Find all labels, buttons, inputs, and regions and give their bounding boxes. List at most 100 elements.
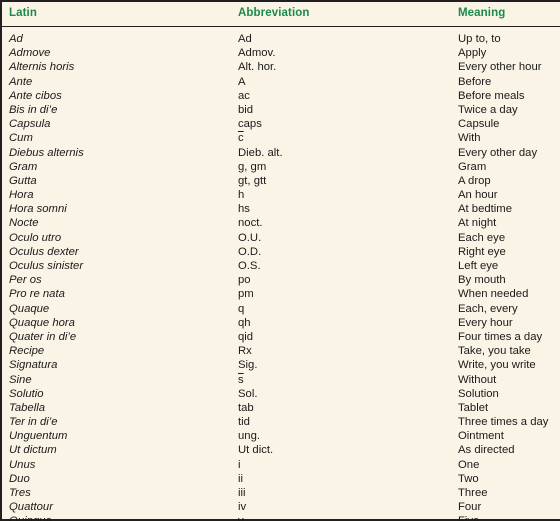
cell-abbreviation: ac: [238, 89, 250, 102]
cell-meaning: At night: [458, 217, 497, 230]
table-row: Gutta gt, gtt A drop: [0, 174, 560, 188]
cell-abbreviation: i: [238, 458, 241, 471]
cell-abbreviation: ung.: [238, 430, 260, 443]
cell-abbreviation: pm: [238, 288, 254, 301]
cell-latin: Tres: [9, 487, 31, 499]
cell-meaning: Before meals: [458, 89, 525, 102]
cell-meaning: Up to, to: [458, 33, 501, 45]
cell-abbreviation: iv: [238, 501, 247, 514]
cell-meaning: Capsule: [458, 118, 500, 131]
cell-abbreviation: O.D.: [238, 245, 262, 258]
table-row: Alternis horis Alt. hor. Every other hour: [0, 60, 560, 74]
cell-meaning: Before: [458, 75, 492, 88]
table-row: Admove Admov. Apply: [0, 46, 560, 60]
cell-abbreviation: bid: [238, 103, 254, 116]
table-row: Unguentum ung. Ointment: [0, 429, 560, 443]
table-row: Capsula caps Capsule: [0, 117, 560, 131]
table-row: Oculus sinister O.S. Left eye: [0, 259, 560, 273]
table-row: Nocte noct. At night: [0, 216, 560, 230]
cell-meaning: Every hour: [458, 316, 513, 329]
overline-mark: s: [238, 373, 244, 386]
table-row: Quaque hora qh Every hour: [0, 316, 560, 330]
cell-latin: Quaque: [9, 302, 50, 315]
cell-abbreviation: Alt. hor.: [238, 61, 277, 74]
cell-abbreviation: gt, gtt: [238, 174, 267, 187]
cell-latin: Oculus sinister: [9, 260, 84, 272]
cell-abbreviation: Sol.: [238, 387, 258, 400]
table-row: Tres iii Three: [0, 486, 560, 500]
cell-latin: Per os: [9, 274, 42, 287]
table-row: Ut dictum Ut dict. As directed: [0, 443, 560, 457]
table-row: Quinque v Five: [0, 514, 560, 521]
cell-latin: Pro re nata: [9, 288, 65, 301]
column-header-meaning: Meaning: [458, 7, 506, 19]
cell-meaning: Three times a day: [458, 416, 549, 429]
cell-abbreviation: tid: [238, 416, 250, 429]
table-row: Duo ii Two: [0, 472, 560, 486]
cell-abbreviation: A: [238, 75, 246, 88]
cell-meaning: Three: [458, 487, 488, 499]
table-row: Quaque q Each, every: [0, 302, 560, 316]
cell-abbreviation: hs: [238, 203, 250, 216]
cell-meaning: By mouth: [458, 274, 506, 287]
cell-latin: Tabella: [9, 401, 46, 414]
cell-meaning: Four times a day: [458, 330, 543, 343]
table-row: Gram g, gm Gram: [0, 160, 560, 174]
cell-abbreviation: v: [238, 514, 244, 521]
table-body: Ad Ad Up to, to Admove Admov. Apply Alternis h…: [0, 32, 560, 521]
cell-latin: Ad: [9, 33, 23, 45]
cell-latin: Ter in di’e: [9, 416, 58, 429]
table-row: Diebus alternis Dieb. alt. Every other day: [0, 146, 560, 160]
cell-meaning: Five: [458, 514, 479, 521]
cell-abbreviation: po: [238, 274, 251, 287]
cell-latin: Signatura: [9, 359, 58, 372]
cell-meaning: Take, you take: [458, 345, 531, 358]
cell-latin: Ante cibos: [9, 89, 62, 102]
cell-abbreviation: caps: [238, 118, 262, 131]
cell-latin: Hora somni: [9, 203, 67, 216]
cell-abbreviation: O.S.: [238, 260, 261, 272]
cell-meaning: Every other day: [458, 146, 538, 159]
table-row: Ter in di’e tid Three times a day: [0, 415, 560, 429]
cell-latin: Duo: [9, 472, 30, 485]
table-row: Ante cibos ac Before meals: [0, 89, 560, 103]
cell-meaning: As directed: [458, 444, 515, 457]
table-row: Recipe Rx Take, you take: [0, 344, 560, 358]
cell-latin: Hora: [9, 189, 34, 202]
cell-meaning: Left eye: [458, 260, 499, 272]
cell-abbreviation: g, gm: [238, 160, 267, 173]
cell-abbreviation: Admov.: [238, 47, 276, 60]
table-row: Oculus dexter O.D. Right eye: [0, 245, 560, 259]
table-header-row: Latin Abbreviation Meaning: [0, 0, 560, 26]
cell-abbreviation: h: [238, 189, 245, 202]
cell-latin: Quattour: [9, 501, 53, 514]
table-row: Tabella tab Tablet: [0, 401, 560, 415]
cell-meaning: Apply: [458, 47, 487, 60]
cell-meaning: Each, every: [458, 302, 518, 315]
cell-abbreviation: tab: [238, 401, 254, 414]
cell-abbreviation: Sig.: [238, 359, 258, 372]
cell-latin: Oculo utro: [9, 231, 62, 244]
cell-meaning: Each eye: [458, 231, 506, 244]
cell-latin: Gram: [9, 160, 38, 173]
table-row: Oculo utro O.U. Each eye: [0, 231, 560, 245]
cell-latin: Solutio: [9, 387, 44, 400]
cell-latin: Cum: [9, 132, 33, 145]
cell-meaning: Write, you write: [458, 359, 536, 372]
overline-mark: c: [238, 132, 244, 145]
column-header-abbreviation: Abbreviation: [238, 7, 310, 19]
cell-latin: Nocte: [9, 217, 39, 230]
cell-abbreviation: iii: [238, 487, 246, 499]
table-row: Unus i One: [0, 458, 560, 472]
cell-meaning: Without: [458, 373, 497, 386]
cell-latin: Admove: [9, 47, 51, 60]
cell-latin: Bis in di’e: [9, 103, 58, 116]
cell-latin: Quater in di’e: [9, 330, 77, 343]
cell-latin: Diebus alternis: [9, 146, 84, 159]
table-row: Sine s Without: [0, 373, 560, 387]
table-row: Solutio Sol. Solution: [0, 387, 560, 401]
cell-abbreviation: qh: [238, 316, 251, 329]
cell-meaning: Right eye: [458, 245, 506, 258]
cell-meaning: Every other hour: [458, 61, 542, 74]
cell-meaning: With: [458, 132, 481, 145]
